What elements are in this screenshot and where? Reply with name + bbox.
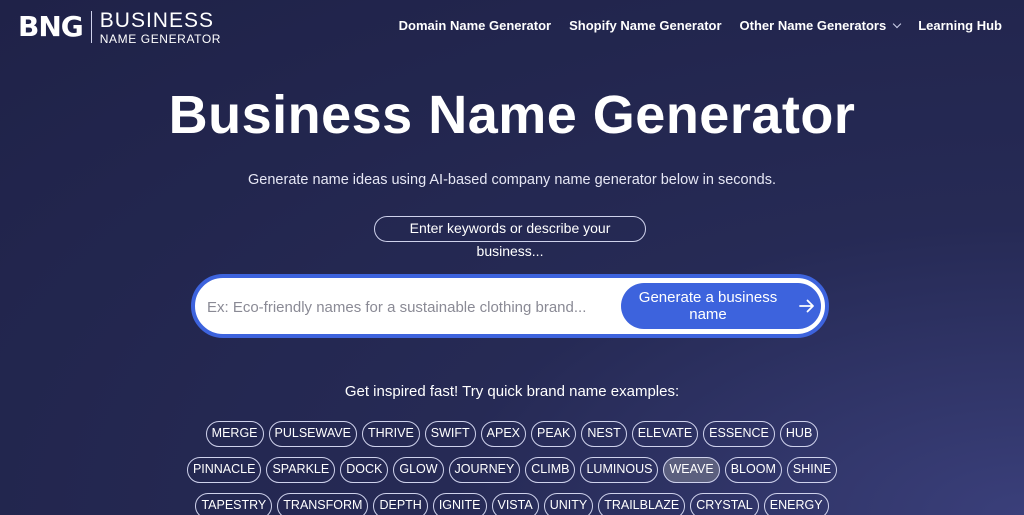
example-chip-trailblaze[interactable]: TRAILBLAZE — [598, 493, 686, 515]
nav-shopify-name-generator[interactable]: Shopify Name Generator — [569, 18, 721, 33]
example-chip-sparkle[interactable]: SPARKLE — [266, 457, 336, 483]
nav-label: Shopify Name Generator — [569, 18, 722, 33]
chevron-down-icon — [892, 19, 902, 29]
example-chips: MERGE PULSEWAVE THRIVE SWIFT APEX PEAK NEST ELE… — [0, 421, 1024, 515]
example-chip-climb[interactable]: CLIMB — [525, 457, 576, 483]
generate-button-label: Generate a business name — [638, 289, 778, 323]
arrow-right-icon — [799, 299, 815, 313]
logo-line-business: BUSINESS — [99, 8, 214, 32]
example-chip-vista[interactable]: VISTA — [491, 493, 539, 515]
page-title: Business Name Generator — [168, 85, 856, 145]
nav-label: Other Name Generators — [739, 18, 887, 33]
example-chip-transform[interactable]: TRANSFORM — [277, 493, 369, 515]
example-chip-dock[interactable]: DOCK — [340, 457, 389, 483]
example-chip-shine[interactable]: SHINE — [786, 457, 838, 483]
chip-row: TAPESTRY TRANSFORM DEPTH IGNITE VISTA UNITY TR… — [0, 493, 1024, 515]
main-nav: Domain Name Generator Shopify Name Gener… — [399, 18, 1002, 33]
page-subtitle: Generate name ideas using AI-based compa… — [248, 172, 776, 188]
example-chip-swift[interactable]: SWIFT — [424, 421, 476, 447]
brand-logo[interactable]: BNG BUSINESS NAME GENERATOR — [18, 8, 221, 46]
example-chip-pulsewave[interactable]: PULSEWAVE — [268, 421, 357, 447]
example-chip-bloom[interactable]: BLOOM — [724, 457, 782, 483]
logo-line-name-generator: NAME GENERATOR — [99, 31, 222, 46]
logo-mark: BNG — [18, 10, 84, 43]
example-chip-ignite[interactable]: IGNITE — [432, 493, 487, 515]
example-chip-energy[interactable]: ENERGY — [763, 493, 829, 515]
example-chip-hub[interactable]: HUB — [779, 421, 819, 447]
chip-row: PINNACLE SPARKLE DOCK GLOW JOURNEY CLIMB LUMIN… — [0, 457, 1024, 483]
generate-business-name-button[interactable]: Generate a business name — [621, 283, 821, 329]
example-chip-depth[interactable]: DEPTH — [373, 493, 428, 515]
examples-heading: Get inspired fast! Try quick brand name … — [344, 383, 680, 400]
logo-text: BUSINESS NAME GENERATOR — [100, 10, 221, 45]
nav-label: Domain Name Generator — [398, 18, 552, 33]
chip-row: MERGE PULSEWAVE THRIVE SWIFT APEX PEAK NEST ELE… — [0, 421, 1024, 447]
nav-learning-hub[interactable]: Learning Hub — [918, 18, 1002, 33]
keywords-hint: Enter keywords or describe your business… — [374, 216, 646, 259]
example-chip-elevate[interactable]: ELEVATE — [631, 421, 699, 447]
search-box: Generate a business name — [191, 274, 829, 338]
nav-other-name-generators[interactable]: Other Name Generators — [739, 18, 902, 33]
example-chip-essence[interactable]: ESSENCE — [703, 421, 775, 447]
logo-divider — [90, 11, 92, 43]
example-chip-glow[interactable]: GLOW — [393, 457, 444, 483]
nav-label: Learning Hub — [918, 18, 1002, 33]
example-chip-thrive[interactable]: THRIVE — [361, 421, 420, 447]
nav-domain-name-generator[interactable]: Domain Name Generator — [399, 18, 551, 33]
example-chip-merge[interactable]: MERGE — [205, 421, 264, 447]
example-chip-peak[interactable]: PEAK — [531, 421, 577, 447]
example-chip-pinnacle[interactable]: PINNACLE — [186, 457, 262, 483]
example-chip-weave[interactable]: WEAVE — [663, 457, 720, 483]
example-chip-luminous[interactable]: LUMINOUS — [580, 457, 659, 483]
example-chip-apex[interactable]: APEX — [480, 421, 527, 447]
example-chip-crystal[interactable]: CRYSTAL — [690, 493, 759, 515]
business-description-input[interactable] — [205, 288, 619, 326]
example-chip-unity[interactable]: UNITY — [543, 493, 594, 515]
top-bar: BNG BUSINESS NAME GENERATOR Domain Name … — [0, 0, 1024, 54]
example-chip-journey[interactable]: JOURNEY — [448, 457, 521, 483]
example-chip-nest[interactable]: NEST — [581, 421, 627, 447]
example-chip-tapestry[interactable]: TAPESTRY — [195, 493, 273, 515]
